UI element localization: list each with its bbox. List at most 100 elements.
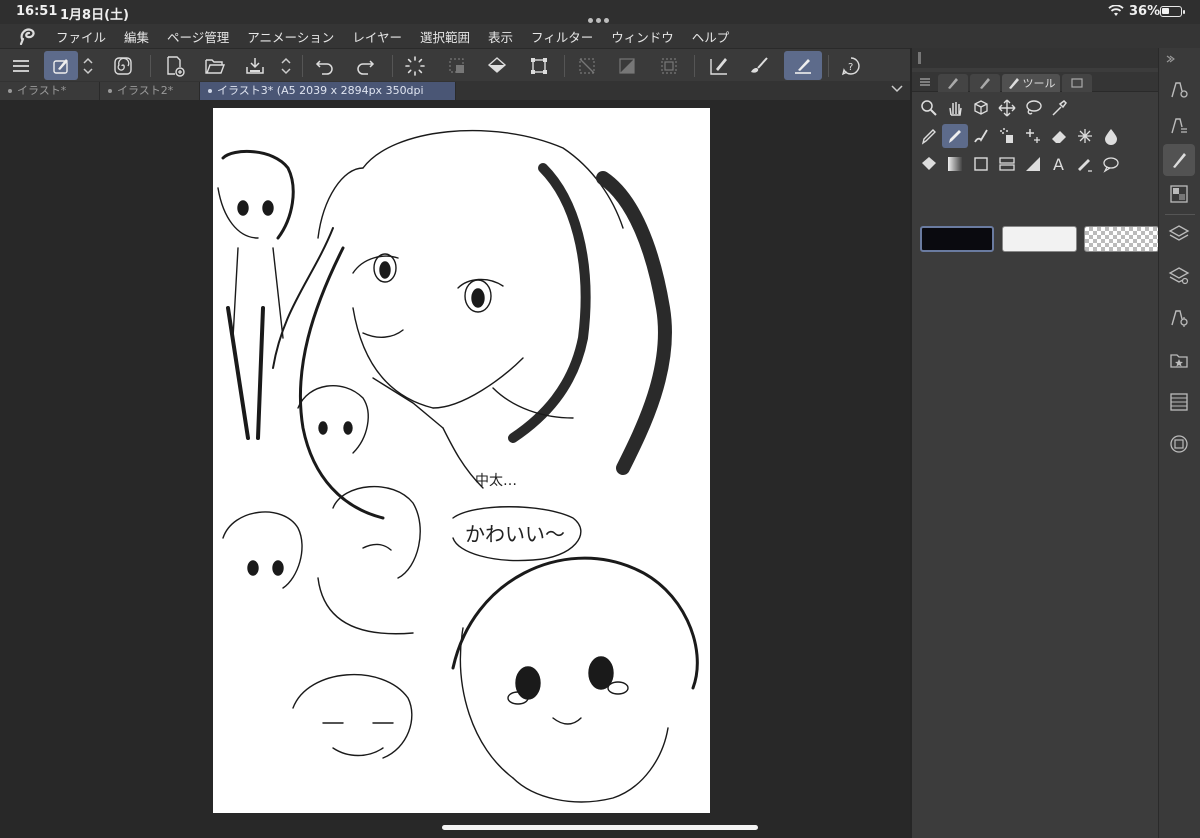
auto-action-icon[interactable] [1163, 428, 1195, 460]
pencil-icon [980, 78, 990, 89]
brush-tool-icon[interactable] [968, 124, 994, 148]
move-icon[interactable] [994, 96, 1020, 120]
help-icon[interactable]: ? [834, 51, 868, 80]
line-icon[interactable] [784, 51, 822, 80]
tab-label: イラスト* [17, 84, 67, 97]
panel-dock [1158, 48, 1200, 838]
chevron-right-icon[interactable] [1165, 54, 1175, 64]
home-indicator[interactable] [442, 825, 758, 830]
undo-icon[interactable] [308, 51, 342, 80]
fill-icon[interactable] [916, 152, 942, 176]
invert-selection-icon[interactable] [610, 51, 644, 80]
multitasking-dots[interactable] [588, 8, 612, 23]
open-folder-icon[interactable] [198, 51, 232, 80]
correct-line-icon[interactable] [1072, 152, 1098, 176]
figure-icon[interactable] [968, 152, 994, 176]
up-down-icon[interactable] [78, 51, 98, 80]
ruler-pen-icon[interactable] [702, 51, 736, 80]
gradient-icon[interactable] [942, 152, 968, 176]
layer-property-icon[interactable] [1163, 260, 1195, 292]
tab-sub-tool-2[interactable] [970, 74, 1000, 92]
brush-settings-icon[interactable] [44, 51, 78, 80]
hand-icon[interactable] [942, 96, 968, 120]
blend-icon[interactable] [1072, 124, 1098, 148]
menu-file[interactable]: ファイル [56, 27, 106, 46]
liquify-icon[interactable] [1098, 124, 1124, 148]
navigator-icon[interactable] [1163, 302, 1195, 334]
wifi-icon [1108, 5, 1124, 16]
frame-icon[interactable] [994, 152, 1020, 176]
pencil-icon[interactable] [942, 124, 968, 148]
brush-icon [1008, 78, 1019, 89]
tab-illust-1[interactable]: イラスト* [0, 82, 100, 100]
eraser-icon[interactable] [1046, 124, 1072, 148]
battery-percent: 36% [1129, 4, 1161, 19]
main-color-swatch[interactable] [920, 226, 994, 252]
spiral-icon[interactable] [106, 51, 140, 80]
deselect-icon[interactable] [570, 51, 604, 80]
tool-property-icon[interactable] [1163, 74, 1195, 106]
menu-animation[interactable]: アニメーション [247, 27, 334, 46]
menu-bar: ファイル 編集 ページ管理 アニメーション レイヤー 選択範囲 表示 フィルター… [0, 24, 1200, 48]
fill-icon[interactable] [480, 51, 514, 80]
decoration-icon[interactable] [1020, 124, 1046, 148]
tab-tool[interactable]: ツール [1002, 74, 1060, 92]
menu-page-management[interactable]: ページ管理 [167, 27, 229, 46]
menu-window[interactable]: ウィンドウ [611, 27, 674, 46]
pen-icon [948, 78, 958, 89]
selection-border-icon[interactable] [652, 51, 686, 80]
sub-color-swatch[interactable] [1002, 226, 1077, 252]
brush-icon[interactable] [742, 51, 776, 80]
tab-sub-tool-1[interactable] [938, 74, 968, 92]
menu-view[interactable]: 表示 [488, 27, 513, 46]
menu-help[interactable]: ヘルプ [692, 27, 730, 46]
transparent-color-swatch[interactable] [1084, 226, 1159, 252]
pen-icon[interactable] [916, 124, 942, 148]
status-time: 16:51 [16, 4, 58, 19]
timeline-icon[interactable] [1163, 386, 1195, 418]
menu-edit[interactable]: 編集 [124, 27, 149, 46]
clip-studio-logo-icon[interactable] [10, 24, 46, 48]
redo-icon[interactable] [348, 51, 382, 80]
color-icon[interactable] [1163, 178, 1195, 210]
sub-tool-icon[interactable] [1163, 144, 1195, 176]
command-bar: ? [0, 48, 910, 81]
canvas-note-2: かわいい〜 [465, 522, 565, 546]
status-date: 1月8日(土) [60, 8, 129, 23]
menu-selection[interactable]: 選択範囲 [420, 27, 470, 46]
airbrush-icon[interactable] [994, 124, 1020, 148]
loading-icon[interactable] [398, 51, 432, 80]
material-icon[interactable] [1163, 344, 1195, 376]
balloon-icon[interactable] [1098, 152, 1124, 176]
chevron-down-icon[interactable] [890, 83, 904, 95]
tab-illust-3[interactable]: イラスト3* (A5 2039 x 2894px 350dpi 48.6%) [200, 82, 456, 114]
drawing-canvas[interactable]: 中太… かわいい〜 [213, 108, 710, 813]
clear-icon[interactable] [440, 51, 474, 80]
ruler-icon[interactable] [1020, 152, 1046, 176]
tab-illust-2[interactable]: イラスト2* [100, 82, 200, 100]
panel-menu-icon[interactable] [920, 77, 930, 87]
tab-tool-label: ツール [1022, 77, 1056, 90]
sub-tool-detail-icon[interactable] [1163, 110, 1195, 142]
lasso-icon[interactable] [1020, 96, 1046, 120]
canvas-note-1: 中太… [475, 473, 517, 489]
menu-icon[interactable] [4, 51, 38, 80]
save-icon[interactable] [238, 51, 272, 80]
object-icon[interactable] [968, 96, 994, 120]
tool-panel: ツール A [910, 48, 1160, 838]
zoom-icon[interactable] [916, 96, 942, 120]
text-icon[interactable]: A [1046, 152, 1072, 176]
up-down-icon[interactable] [276, 51, 296, 80]
new-page-icon[interactable] [158, 51, 192, 80]
eyedropper-icon[interactable] [1046, 96, 1072, 120]
menu-filter[interactable]: フィルター [531, 27, 593, 46]
transform-icon[interactable] [522, 51, 556, 80]
canvas-area[interactable]: 中太… かわいい〜 [0, 100, 910, 838]
tab-sub-tool-4[interactable] [1062, 74, 1092, 92]
menu-layer[interactable]: レイヤー [352, 27, 402, 46]
layer-tab-icon [1071, 78, 1083, 88]
panel-top-bar [912, 48, 1160, 68]
grip-icon[interactable] [918, 52, 922, 64]
svg-text:A: A [1053, 155, 1064, 173]
layer-icon[interactable] [1163, 218, 1195, 250]
